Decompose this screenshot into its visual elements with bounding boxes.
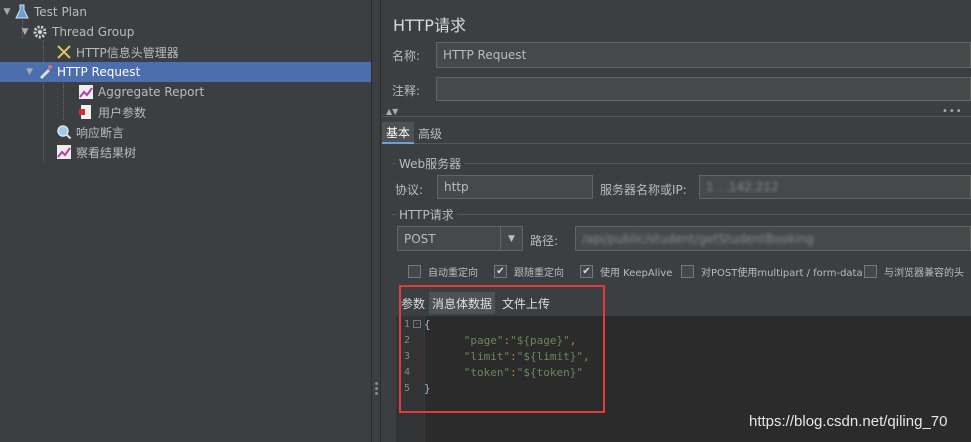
checkbox-box[interactable] xyxy=(408,265,421,278)
checkmark-icon[interactable]: ✔ xyxy=(494,265,507,278)
path-label: 路径: xyxy=(530,234,559,248)
tree-item-label: Thread Group xyxy=(52,25,135,39)
tree-item-view-results-tree[interactable]: 察看结果树 xyxy=(56,142,136,162)
protocol-field[interactable]: http xyxy=(437,175,593,199)
document-icon xyxy=(78,104,94,120)
tree-item-thread-group[interactable]: ▼ Thread Group xyxy=(18,22,135,42)
auto-redirect-checkbox[interactable]: 自动重定向 xyxy=(408,264,478,279)
tree-item-label: 察看结果树 xyxy=(76,145,137,160)
name-label: 名称: xyxy=(392,49,421,63)
follow-redirect-checkbox[interactable]: ✔ 跟随重定向 xyxy=(494,264,564,279)
tree-item-aggregate-report[interactable]: Aggregate Report xyxy=(78,82,204,102)
server-label: 服务器名称或IP: xyxy=(600,183,687,197)
collapse-arrow-icon[interactable]: ▼ xyxy=(0,7,14,17)
method-select[interactable]: POST ▼ xyxy=(397,226,523,251)
tab-label: 基本 xyxy=(386,125,411,140)
protocol-field-value: http xyxy=(444,180,469,194)
flask-icon xyxy=(14,4,30,20)
checkmark-icon[interactable]: ✔ xyxy=(580,265,593,278)
keepalive-checkbox[interactable]: ✔ 使用 KeepAlive xyxy=(580,264,672,279)
checkbox-label: 对POST使用multipart / form-data xyxy=(701,268,863,279)
http-request-group-title: HTTP请求 xyxy=(396,206,457,223)
tree-item-label: 用户参数 xyxy=(98,105,147,120)
divider xyxy=(382,116,971,117)
checkbox-box[interactable] xyxy=(681,265,694,278)
tab-basic[interactable]: 基本 xyxy=(382,122,415,144)
tree-guide-line xyxy=(63,80,64,120)
checkbox-label: 自动重定向 xyxy=(428,268,478,279)
test-plan-tree: ▼ Test Plan ▼ Thread Group HTTP信息头管理器 ▼ xyxy=(0,0,371,442)
path-field[interactable]: /api/public/student/getStudentBooking xyxy=(575,226,971,251)
method-select-value: POST xyxy=(404,231,436,246)
tree-item-label: HTTP Request xyxy=(57,65,141,79)
pane-splitter[interactable] xyxy=(371,0,381,442)
name-field-value: HTTP Request xyxy=(443,48,527,62)
tree-guide-line xyxy=(43,40,44,162)
checkbox-label: 使用 KeepAlive xyxy=(600,268,673,279)
jmeter-window: ▼ Test Plan ▼ Thread Group HTTP信息头管理器 ▼ xyxy=(0,0,971,442)
tree-item-test-plan[interactable]: ▼ Test Plan xyxy=(0,2,87,22)
tree-item-label: Test Plan xyxy=(34,5,87,19)
page-title: HTTP请求 xyxy=(393,16,466,35)
http-request-group-border xyxy=(392,214,971,215)
chart-icon xyxy=(56,144,72,160)
chevron-down-icon[interactable]: ▼ xyxy=(500,227,522,250)
web-server-group-title: Web服务器 xyxy=(396,155,465,172)
checkbox-label: 跟随重定向 xyxy=(514,268,564,279)
collapse-arrow-icon[interactable]: ▼ xyxy=(18,27,32,37)
tree-item-label: Aggregate Report xyxy=(98,85,205,99)
highlight-annotation-box xyxy=(399,285,605,413)
server-field-value: 1 . .142.212 xyxy=(706,180,779,194)
collapse-arrow-icon[interactable]: ▼ xyxy=(0,67,37,77)
tree-item-user-parameters[interactable]: 用户参数 xyxy=(78,102,146,122)
comment-field[interactable] xyxy=(436,77,971,101)
tree-item-label: 响应断言 xyxy=(76,125,125,140)
magnifier-icon xyxy=(56,124,72,140)
splitter-grip-icon[interactable] xyxy=(375,382,378,396)
watermark-text: https://blog.csdn.net/qiling_70 xyxy=(749,413,948,430)
tab-advanced[interactable]: 高级 xyxy=(414,122,446,144)
chart-icon xyxy=(78,84,94,100)
name-field[interactable]: HTTP Request xyxy=(436,42,971,68)
gear-icon xyxy=(32,24,48,40)
server-field[interactable]: 1 . .142.212 xyxy=(699,175,971,199)
collapse-toggle-icon[interactable]: ▲▼ xyxy=(386,107,398,116)
tab-bar: 基本 高级 xyxy=(382,122,971,144)
tree-item-http-request[interactable]: ▼ HTTP Request xyxy=(0,62,371,82)
multipart-checkbox[interactable]: 对POST使用multipart / form-data xyxy=(681,264,863,279)
tab-label: 高级 xyxy=(418,126,443,141)
path-field-value: /api/public/student/getStudentBooking xyxy=(582,231,814,246)
tree-item-response-assertion[interactable]: 响应断言 xyxy=(56,122,124,142)
comment-label: 注释: xyxy=(392,84,421,98)
checkbox-label: 与浏览器兼容的头 xyxy=(884,268,964,279)
tools-icon xyxy=(56,44,72,60)
tree-item-label: HTTP信息头管理器 xyxy=(76,45,179,60)
tree-item-header-manager[interactable]: HTTP信息头管理器 xyxy=(56,42,179,62)
web-server-group-border xyxy=(392,163,971,164)
checkbox-box[interactable] xyxy=(864,265,877,278)
protocol-label: 协议: xyxy=(395,183,424,197)
browser-compatible-headers-checkbox[interactable]: 与浏览器兼容的头 xyxy=(864,264,964,279)
pipette-icon xyxy=(37,64,53,80)
